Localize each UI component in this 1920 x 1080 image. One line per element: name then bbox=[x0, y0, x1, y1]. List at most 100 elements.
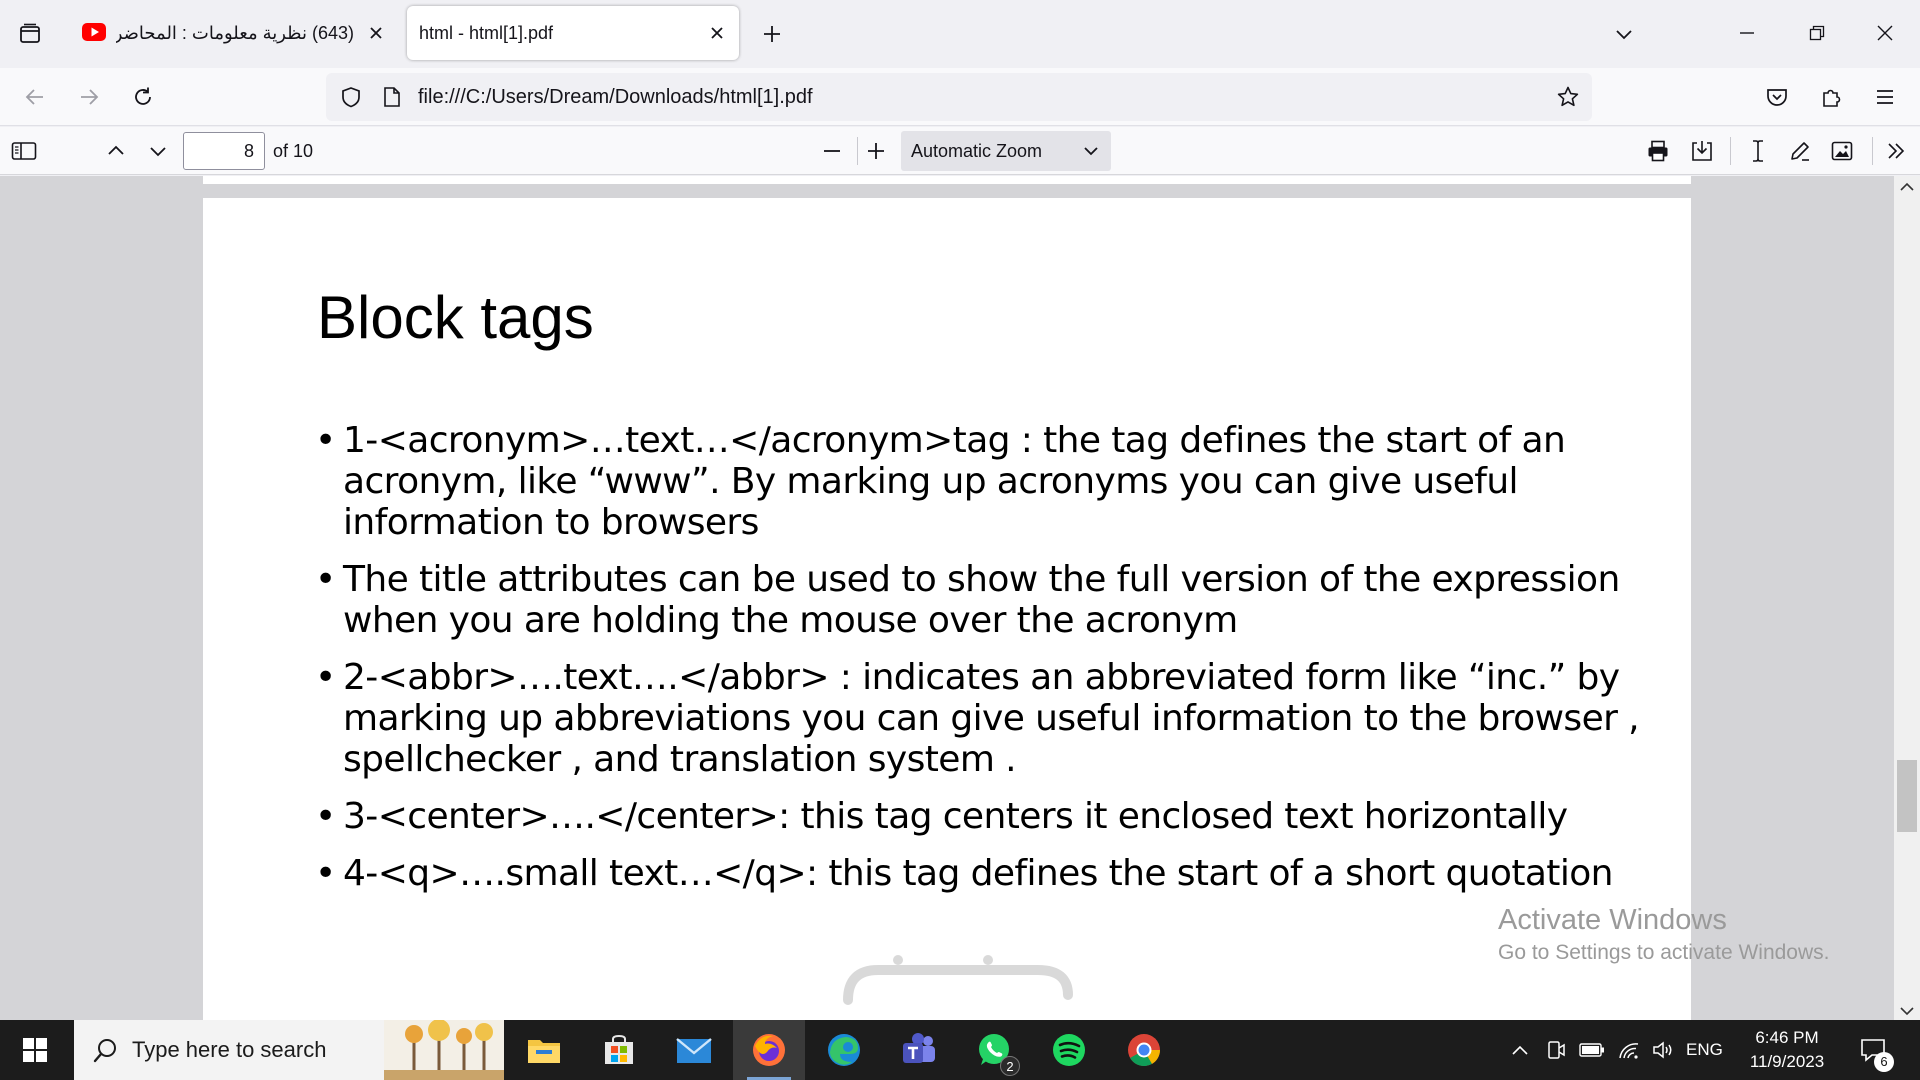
close-tab-icon[interactable] bbox=[366, 23, 386, 43]
taskbar-spotify[interactable] bbox=[1033, 1020, 1105, 1080]
url-text[interactable]: file:///C:/Users/Dream/Downloads/html[1]… bbox=[418, 73, 813, 121]
zoom-out-button[interactable] bbox=[814, 133, 850, 169]
scrollbar-thumb[interactable] bbox=[1897, 760, 1917, 832]
tab-overview-button[interactable] bbox=[10, 14, 50, 54]
taskbar-search[interactable]: Type here to search bbox=[74, 1020, 504, 1080]
spotify-icon bbox=[1053, 1034, 1085, 1066]
list-item: 2-<abbr>….text….</abbr> : indicates an a… bbox=[315, 657, 1655, 780]
device-tray[interactable] bbox=[1544, 1020, 1568, 1080]
bullet-list: 1-<acronym>…text…</acronym>tag : the tag… bbox=[315, 420, 1655, 910]
bookmark-star-icon[interactable] bbox=[1556, 85, 1580, 109]
close-window-button[interactable] bbox=[1858, 8, 1912, 58]
tab-youtube[interactable]: (643) نظرية معلومات : المحاضرة bbox=[70, 6, 398, 60]
start-button[interactable] bbox=[0, 1020, 70, 1080]
printer-icon bbox=[1648, 140, 1668, 162]
toolbar-divider bbox=[1730, 137, 1731, 165]
sidebar-toggle-button[interactable] bbox=[6, 133, 42, 169]
next-page-button[interactable] bbox=[140, 133, 176, 169]
text-tool-button[interactable] bbox=[1740, 133, 1776, 169]
forward-button[interactable] bbox=[68, 76, 110, 118]
tab-overview-icon bbox=[20, 23, 40, 43]
show-hidden-icons-button[interactable] bbox=[1508, 1020, 1532, 1080]
puzzle-icon bbox=[1823, 89, 1841, 107]
pdf-toolbar: of 10 Automatic Zoom bbox=[0, 127, 1920, 175]
taskbar-teams[interactable] bbox=[883, 1020, 955, 1080]
restore-icon bbox=[1809, 25, 1825, 41]
network-tray[interactable] bbox=[1616, 1020, 1642, 1080]
save-button[interactable] bbox=[1684, 133, 1720, 169]
vertical-scrollbar[interactable] bbox=[1894, 176, 1920, 1020]
minimize-icon bbox=[1740, 32, 1754, 34]
chevron-down-icon bbox=[1616, 30, 1632, 40]
pocket-button[interactable] bbox=[1756, 76, 1798, 118]
list-item: 1-<acronym>…text…</acronym>tag : the tag… bbox=[315, 420, 1655, 543]
microsoft-store-icon bbox=[605, 1034, 633, 1064]
search-highlight-illustration bbox=[384, 1020, 504, 1080]
activate-subtitle: Go to Settings to activate Windows. bbox=[1498, 941, 1830, 964]
previous-page-edge bbox=[203, 176, 1691, 184]
list-item: The title attributes can be used to show… bbox=[315, 559, 1655, 641]
language-indicator[interactable]: ENG bbox=[1686, 1020, 1723, 1080]
shield-icon[interactable] bbox=[340, 86, 362, 108]
address-bar[interactable]: file:///C:/Users/Dream/Downloads/html[1]… bbox=[326, 73, 1592, 121]
battery-tray[interactable] bbox=[1578, 1020, 1606, 1080]
taskbar-mail[interactable] bbox=[658, 1020, 730, 1080]
activate-windows-watermark: Activate Windows Go to Settings to activ… bbox=[1498, 902, 1830, 968]
activate-title: Activate Windows bbox=[1498, 904, 1727, 936]
double-chevron-right-icon bbox=[1888, 143, 1905, 159]
print-button[interactable] bbox=[1640, 133, 1676, 169]
chevron-up-icon bbox=[108, 145, 124, 155]
taskbar-chrome[interactable] bbox=[1108, 1020, 1180, 1080]
tools-menu-button[interactable] bbox=[1878, 133, 1914, 169]
page-number-input[interactable] bbox=[183, 132, 265, 170]
list-item: 4-<q>….small text…</q>: this tag defines… bbox=[315, 853, 1655, 894]
search-placeholder: Type here to search bbox=[132, 1037, 327, 1062]
download-icon bbox=[1692, 141, 1712, 161]
clock-date: 11/9/2023 bbox=[1749, 1052, 1825, 1071]
back-button[interactable] bbox=[14, 76, 56, 118]
list-item: 3-<center>….</center>: this tag centers … bbox=[315, 796, 1655, 837]
clock-time: 6:46 PM bbox=[1755, 1028, 1819, 1047]
navigation-bar: file:///C:/Users/Dream/Downloads/html[1]… bbox=[0, 68, 1920, 126]
new-tab-button[interactable] bbox=[752, 14, 792, 54]
app-menu-button[interactable] bbox=[1864, 76, 1906, 118]
system-clock[interactable]: 6:46 PM 11/9/2023 bbox=[1742, 1026, 1832, 1074]
taskbar-whatsapp[interactable]: 2 bbox=[958, 1020, 1030, 1080]
extensions-button[interactable] bbox=[1810, 76, 1852, 118]
youtube-icon bbox=[82, 23, 106, 41]
battery-icon bbox=[1579, 1043, 1604, 1057]
chrome-icon bbox=[1128, 1034, 1160, 1067]
list-all-tabs-button[interactable] bbox=[1604, 14, 1644, 54]
image-tool-button[interactable] bbox=[1824, 133, 1860, 169]
close-icon bbox=[1877, 25, 1893, 41]
page-icon bbox=[382, 86, 402, 108]
page-count: of 10 bbox=[273, 141, 314, 161]
scroll-up-icon[interactable] bbox=[1900, 182, 1914, 192]
whatsapp-badge: 2 bbox=[1000, 1056, 1020, 1076]
mail-icon bbox=[676, 1038, 712, 1063]
back-arrow-icon bbox=[25, 89, 43, 105]
sidebar-icon bbox=[11, 142, 37, 160]
pdf-viewer[interactable]: Block tags 1-<acronym>…text…</acronym>ta… bbox=[0, 176, 1920, 1020]
taskbar-firefox[interactable] bbox=[733, 1020, 805, 1080]
volume-tray[interactable] bbox=[1650, 1020, 1676, 1080]
taskbar-file-explorer[interactable] bbox=[508, 1020, 580, 1080]
draw-tool-button[interactable] bbox=[1782, 133, 1818, 169]
tab-title: (643) نظرية معلومات : المحاضرة bbox=[116, 23, 354, 43]
tab-pdf[interactable]: html - html[1].pdf bbox=[407, 6, 739, 60]
zoom-in-button[interactable] bbox=[858, 133, 894, 169]
minus-icon bbox=[824, 150, 840, 152]
taskbar-microsoft-store[interactable] bbox=[583, 1020, 655, 1080]
zoom-select[interactable]: Automatic Zoom bbox=[901, 131, 1111, 171]
meet-now-icon bbox=[1548, 1041, 1565, 1059]
previous-page-button[interactable] bbox=[98, 133, 134, 169]
chevron-up-icon bbox=[1512, 1045, 1528, 1055]
taskbar-edge[interactable] bbox=[808, 1020, 880, 1080]
teams-icon bbox=[903, 1033, 935, 1063]
close-tab-icon[interactable] bbox=[707, 23, 727, 43]
notification-center-button[interactable]: 6 bbox=[1850, 1020, 1896, 1080]
reload-button[interactable] bbox=[122, 76, 164, 118]
restore-button[interactable] bbox=[1790, 8, 1844, 58]
minimize-button[interactable] bbox=[1720, 8, 1774, 58]
scroll-down-icon[interactable] bbox=[1900, 1006, 1914, 1016]
